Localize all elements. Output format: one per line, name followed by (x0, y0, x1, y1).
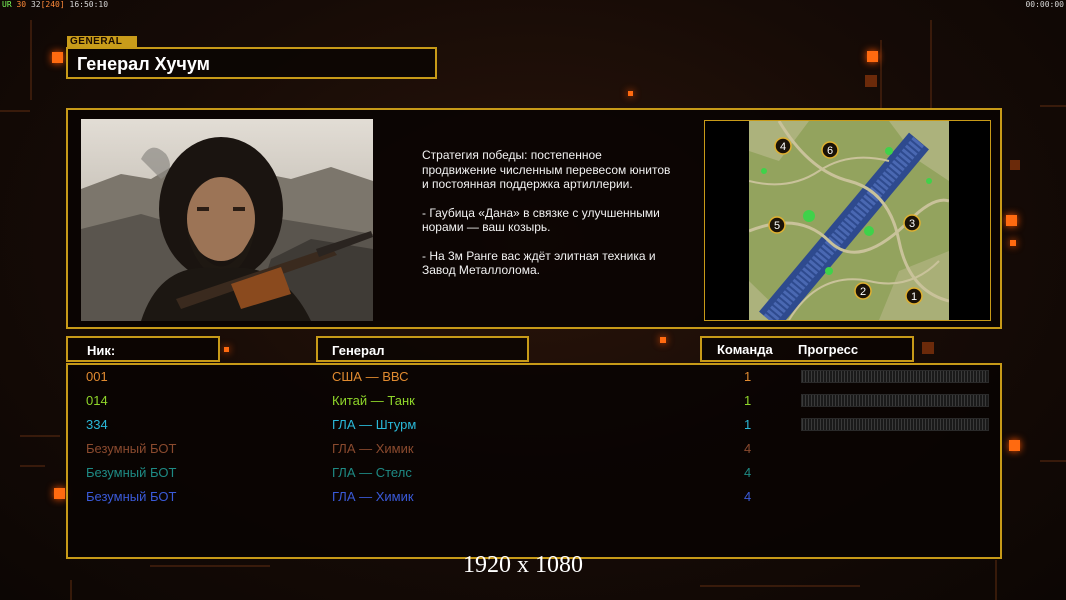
bg-line (150, 565, 270, 567)
hud-fps: 30 (16, 0, 27, 9)
bg-line (1040, 460, 1066, 462)
player-row[interactable]: 334 ГЛА — Штурм 1 (68, 415, 1000, 437)
column-header-team-progress: Команда Прогресс (700, 336, 914, 362)
strategy-paragraph: Стратегия победы: постепенное продвижени… (422, 148, 671, 191)
debug-overlay-left: UR 30 32[240] 16:50:10 (2, 0, 108, 9)
bg-line (880, 40, 882, 110)
player-progress-bar (801, 370, 989, 383)
player-team[interactable]: 1 (744, 369, 751, 384)
spawn-marker[interactable]: 6 (821, 141, 839, 159)
player-progress-bar (801, 394, 989, 407)
player-team[interactable]: 1 (744, 393, 751, 408)
player-row[interactable]: Безумный БОТ ГЛА — Химик 4 (68, 487, 1000, 509)
player-nick: 334 (86, 417, 108, 432)
strategy-paragraph: - На 3м Ранге вас ждёт элитная техника и… (422, 248, 656, 278)
general-info-panel: Стратегия победы: постепенное продвижени… (66, 108, 1002, 329)
bg-line (995, 560, 997, 600)
game-lobby-screen: UR 30 32[240] 16:50:10 00:00:00 GENERAL … (0, 0, 1066, 600)
bg-line (70, 580, 72, 600)
resolution-label: 1920 x 1080 (463, 552, 583, 578)
player-nick: 014 (86, 393, 108, 408)
bg-light (52, 52, 63, 63)
player-team[interactable]: 4 (744, 489, 751, 504)
bg-line (30, 20, 32, 100)
player-progress-bar (801, 418, 989, 431)
column-general-label: Генерал (332, 343, 385, 358)
column-team-label: Команда (717, 342, 773, 357)
bg-light (1006, 215, 1017, 226)
spawn-label: 4 (780, 141, 786, 153)
bg-light (1009, 440, 1020, 451)
column-header-general: Генерал (316, 336, 529, 362)
general-title-box: Генерал Хучум (66, 47, 437, 79)
spawn-marker[interactable]: 5 (768, 216, 786, 234)
bg-light (865, 75, 877, 87)
strategy-description: Стратегия победы: постепенное продвижени… (422, 148, 672, 292)
spawn-marker[interactable]: 4 (774, 137, 792, 155)
bg-light (660, 337, 666, 343)
spawn-label: 6 (827, 145, 833, 157)
spawn-marker[interactable]: 3 (903, 214, 921, 232)
player-nick: Безумный БОТ (86, 489, 177, 504)
bg-line (700, 585, 860, 587)
bg-line (930, 20, 932, 110)
debug-overlay-right: 00:00:00 (1025, 0, 1064, 9)
spawn-label: 2 (860, 286, 866, 298)
bg-light (224, 347, 229, 352)
players-list: 001 США — ВВС 1 014 Китай — Танк 1 334 ГЛА — Шт… (66, 363, 1002, 559)
bg-light (1010, 160, 1020, 170)
spawn-marker[interactable]: 2 (854, 282, 872, 300)
bg-light (922, 342, 934, 354)
player-row[interactable]: Безумный БОТ ГЛА — Стелс 4 (68, 463, 1000, 485)
player-team[interactable]: 1 (744, 417, 751, 432)
player-nick: Безумный БОТ (86, 441, 177, 456)
bg-line (1040, 105, 1066, 107)
column-progress-label: Прогресс (798, 342, 859, 357)
spawn-label: 5 (774, 220, 780, 232)
bg-line (20, 435, 60, 437)
player-row[interactable]: Безумный БОТ ГЛА — Химик 4 (68, 439, 1000, 461)
player-nick: 001 (86, 369, 108, 384)
player-row[interactable]: 001 США — ВВС 1 (68, 367, 1000, 389)
bg-light (867, 51, 878, 62)
player-general[interactable]: ГЛА — Стелс (332, 465, 412, 480)
strategy-paragraph: - Гаубица «Дана» в связке с улучшенными … (422, 205, 660, 235)
player-general[interactable]: ГЛА — Штурм (332, 417, 416, 432)
hud-bracket: [240] (40, 0, 65, 9)
player-team[interactable]: 4 (744, 441, 751, 456)
column-header-nick: Ник: (66, 336, 220, 362)
player-team[interactable]: 4 (744, 465, 751, 480)
portrait-image (81, 119, 373, 321)
general-portrait (81, 119, 373, 321)
hud-num: 32 (30, 0, 41, 9)
hud-prefix: UR (2, 0, 12, 9)
general-name: Генерал Хучум (77, 54, 210, 74)
player-general[interactable]: США — ВВС (332, 369, 409, 384)
spawn-marker[interactable]: 1 (905, 287, 923, 305)
column-nick-label: Ник: (87, 343, 116, 358)
map-image: 1 2 3 4 5 6 (749, 121, 949, 320)
bg-light (54, 488, 65, 499)
player-row[interactable]: 014 Китай — Танк 1 (68, 391, 1000, 413)
spawn-label: 3 (909, 218, 915, 230)
map-preview: 1 2 3 4 5 6 (749, 121, 949, 320)
player-nick: Безумный БОТ (86, 465, 177, 480)
player-general[interactable]: ГЛА — Химик (332, 489, 414, 504)
bg-light (628, 91, 633, 96)
bg-light (1010, 240, 1016, 246)
map-preview-frame: 1 2 3 4 5 6 (704, 120, 991, 321)
spawn-label: 1 (911, 291, 917, 303)
bg-line (0, 110, 30, 112)
player-general[interactable]: Китай — Танк (332, 393, 415, 408)
hud-clock: 16:50:10 (69, 0, 109, 9)
bg-line (20, 465, 45, 467)
player-general[interactable]: ГЛА — Химик (332, 441, 414, 456)
